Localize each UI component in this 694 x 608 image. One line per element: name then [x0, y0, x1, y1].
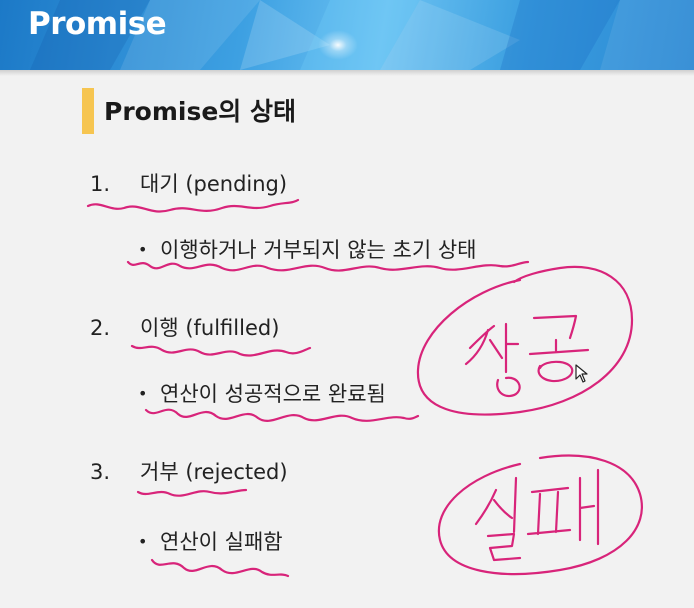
bullet-item-pending: • 이행하거나 거부되지 않는 초기 상태 — [138, 234, 477, 264]
list-item-number: 1. — [90, 172, 111, 196]
underline-fulfilled-bullet — [144, 408, 420, 422]
list-item-label: 거부 (rejected) — [140, 460, 288, 484]
bullet-item-rejected: • 연산이 실패함 — [138, 526, 283, 556]
bullet-dot-icon: • — [138, 240, 148, 259]
list-item-number: 3. — [90, 460, 111, 484]
list-item-pending: 1. 대기 (pending) — [90, 168, 287, 198]
list-item-label: 대기 (pending) — [140, 172, 288, 196]
underline-rejected — [136, 488, 248, 497]
underline-rejected-bullet — [150, 558, 290, 578]
list-item-label: 이행 (fulfilled) — [140, 316, 280, 340]
underline-fulfilled — [130, 344, 312, 357]
header-glow — [318, 30, 358, 60]
slide-title: Promise — [28, 6, 167, 42]
circle-success — [416, 265, 634, 416]
bullet-dot-icon: • — [138, 384, 148, 403]
handwriting-sil — [474, 476, 522, 562]
list-item-rejected: 3. 거부 (rejected) — [90, 456, 288, 486]
bullet-text: 연산이 실패함 — [160, 530, 283, 554]
section-accent-bar — [82, 88, 94, 134]
slide-header: Promise — [0, 0, 694, 70]
circle-failure — [437, 454, 643, 576]
section-title: Promise의 상태 — [104, 97, 296, 126]
handwriting-pae — [526, 468, 600, 546]
bullet-text: 연산이 성공적으로 완료됨 — [160, 382, 386, 406]
list-item-number: 2. — [90, 316, 111, 340]
list-item-fulfilled: 2. 이행 (fulfilled) — [90, 312, 279, 342]
bullet-dot-icon: • — [138, 532, 148, 551]
handwriting-seong — [464, 322, 521, 398]
pen-cursor-icon — [575, 364, 588, 383]
bullet-item-fulfilled: • 연산이 성공적으로 완료됨 — [138, 378, 386, 408]
header-shadow — [0, 70, 694, 76]
underline-pending — [86, 198, 300, 213]
bullet-text: 이행하거나 거부되지 않는 초기 상태 — [160, 238, 477, 262]
